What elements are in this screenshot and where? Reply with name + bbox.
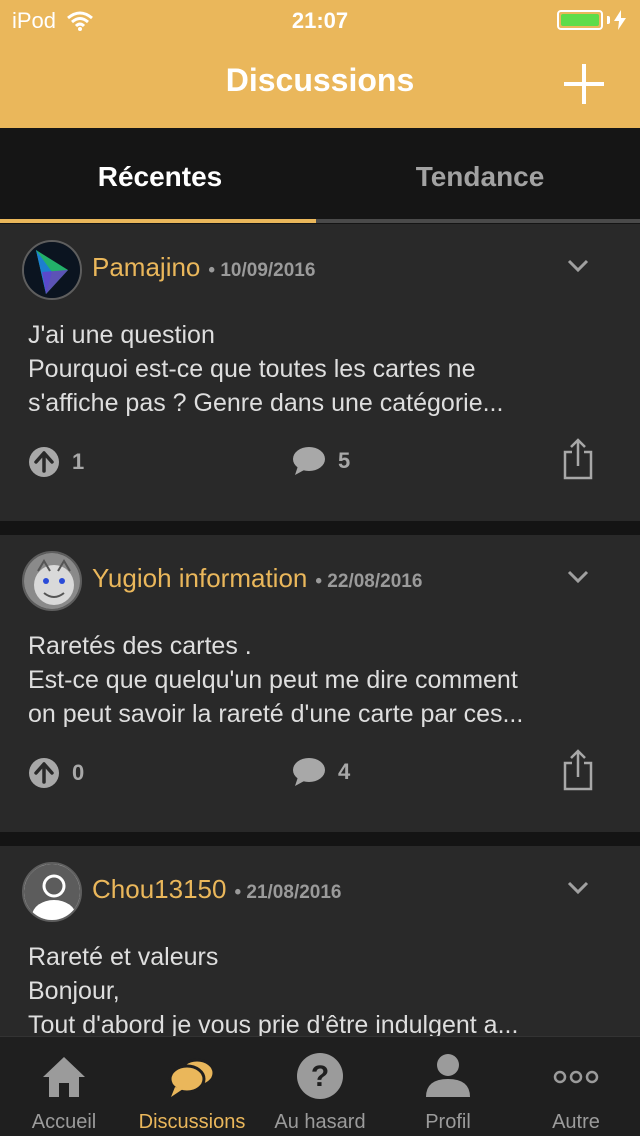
post-card[interactable]: Yugioh information • 22/08/2016 Raretés d… (0, 535, 640, 832)
battery-icon (557, 10, 626, 30)
upvote-button[interactable]: 1 (28, 446, 84, 478)
post-title: J'ai une question (28, 321, 215, 349)
comments-button[interactable]: 5 (292, 446, 350, 476)
post-card[interactable]: Chou13150 • 21/08/2016 Rareté et valeurs … (0, 846, 640, 1036)
comment-bubble-icon (293, 758, 325, 786)
tabbar-label: Au hasard (274, 1111, 366, 1133)
comment-count: 4 (338, 759, 351, 784)
charging-bolt-icon (614, 10, 626, 30)
post-author[interactable]: Yugioh information • 22/08/2016 (92, 563, 422, 594)
post-excerpt-line: Pourquoi est-ce que toutes les cartes ne (28, 355, 476, 383)
avatar[interactable] (22, 240, 82, 300)
post-title: Raretés des cartes . (28, 632, 252, 660)
status-bar: iPod 21:07 (0, 0, 640, 40)
share-icon[interactable] (562, 438, 594, 480)
tabbar-label: Profil (425, 1111, 471, 1133)
post-date: • 22/08/2016 (315, 571, 423, 592)
bottom-tab-bar: Accueil Discussions ? Au hasard Profil A… (0, 1036, 640, 1136)
discussion-feed[interactable]: Pamajino • 10/09/2016 J'ai une question P… (0, 224, 640, 1036)
tabbar-item-profil[interactable]: Profil (384, 1037, 512, 1136)
question-icon: ? (297, 1053, 343, 1099)
avatar[interactable] (22, 551, 82, 611)
post-card[interactable]: Pamajino • 10/09/2016 J'ai une question P… (0, 224, 640, 521)
upvote-arrow-icon (29, 758, 59, 788)
tabbar-label: Autre (552, 1111, 600, 1133)
comments-button[interactable]: 4 (292, 757, 350, 787)
chevron-down-icon[interactable] (566, 880, 590, 896)
vote-count: 0 (72, 760, 85, 785)
author-name[interactable]: Chou13150 (92, 874, 226, 904)
vote-count: 1 (72, 449, 85, 474)
tabbar-label: Discussions (138, 1111, 246, 1133)
post-excerpt-line: s'affiche pas ? Genre dans une catégorie… (28, 389, 504, 417)
status-time: 21:07 (291, 8, 349, 33)
post-actions: 0 4 (0, 749, 640, 807)
tabbar-label: Accueil (31, 1111, 97, 1133)
tabbar-item-discussions[interactable]: Discussions (128, 1037, 256, 1136)
post-excerpt-line: on peut savoir la rareté d'une carte par… (28, 700, 524, 728)
chevron-down-icon[interactable] (566, 569, 590, 585)
chat-bubbles-icon (168, 1058, 216, 1097)
tabbar-item-au-hasard[interactable]: ? Au hasard (256, 1037, 384, 1136)
post-date: • 21/08/2016 (234, 882, 342, 903)
post-body[interactable]: Rareté et valeurs Bonjour, Tout d'abord … (28, 940, 618, 1036)
avatar[interactable] (22, 862, 82, 922)
post-author[interactable]: Pamajino • 10/09/2016 (92, 252, 315, 283)
share-icon[interactable] (562, 749, 594, 791)
chevron-down-icon[interactable] (566, 258, 590, 274)
header: iPod 21:07 Discussions (0, 0, 640, 128)
post-date: • 10/09/2016 (208, 260, 316, 281)
upvote-arrow-icon (29, 447, 59, 477)
post-actions: 1 5 (0, 438, 640, 496)
plus-icon[interactable] (558, 58, 610, 110)
post-body[interactable]: J'ai une question Pourquoi est-ce que to… (28, 318, 618, 420)
tab-indicator-inactive (316, 219, 640, 223)
segment-tabs: Récentes Tendance (0, 128, 640, 224)
comment-bubble-icon (293, 447, 325, 475)
post-author[interactable]: Chou13150 • 21/08/2016 (92, 874, 342, 905)
page-title: Discussions (225, 62, 415, 98)
svg-text:?: ? (311, 1060, 329, 1093)
home-icon (43, 1057, 85, 1097)
upvote-button[interactable]: 0 (28, 757, 84, 789)
author-name[interactable]: Pamajino (92, 252, 200, 282)
more-icon (553, 1070, 599, 1084)
tabbar-item-accueil[interactable]: Accueil (0, 1037, 128, 1136)
comment-count: 5 (338, 448, 351, 473)
post-title: Rareté et valeurs (28, 943, 219, 971)
person-icon (426, 1054, 470, 1097)
post-body[interactable]: Raretés des cartes . Est-ce que quelqu'u… (28, 629, 618, 731)
tabbar-item-autre[interactable]: Autre (512, 1037, 640, 1136)
author-name[interactable]: Yugioh information (92, 563, 307, 593)
tab-indicator-active (0, 219, 316, 223)
tab-recentes[interactable]: Récentes (0, 128, 320, 224)
post-excerpt-line: Bonjour, (28, 977, 120, 1005)
tab-tendance[interactable]: Tendance (320, 128, 640, 224)
post-excerpt-line: Tout d'abord je vous prie d'être indulge… (28, 1011, 519, 1036)
post-excerpt-line: Est-ce que quelqu'un peut me dire commen… (28, 666, 518, 694)
